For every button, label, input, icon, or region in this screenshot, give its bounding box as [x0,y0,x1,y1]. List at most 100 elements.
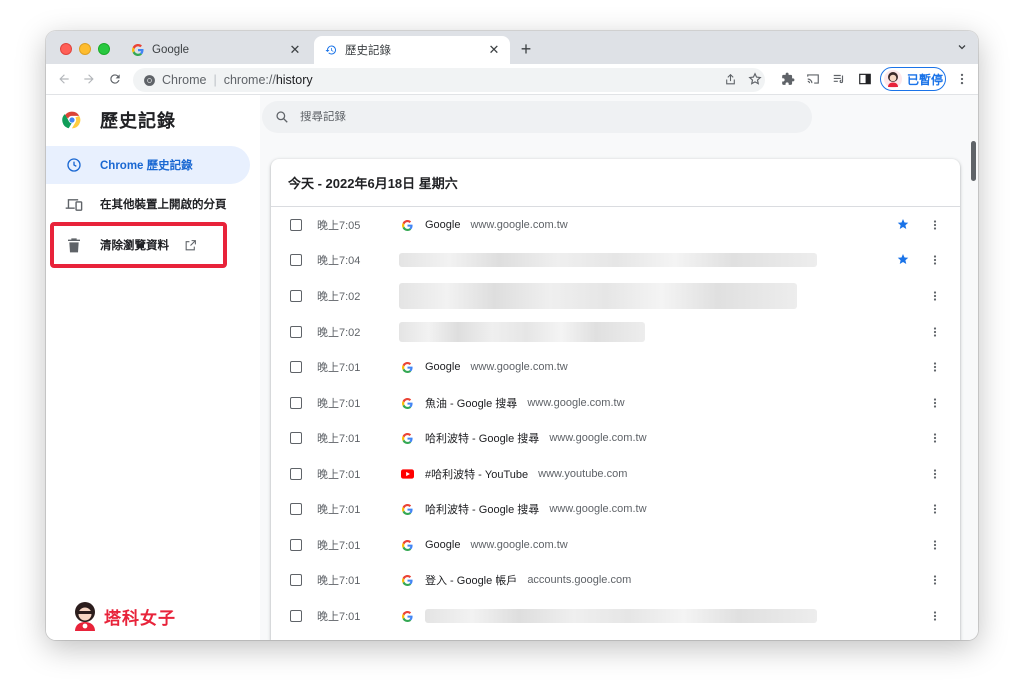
url-separator: | [213,73,217,87]
history-row[interactable]: 晚上7:01 登入 - Google 帳戶 accounts.google.co… [271,562,960,598]
sidebar-item-chrome-history[interactable]: Chrome 歷史記錄 [46,146,250,184]
history-card: 今天 - 2022年6月18日 星期六 晚上7:05 Google www.go… [271,159,960,640]
sidebar-item-other-devices[interactable]: 在其他裝置上開啟的分頁 [46,185,250,223]
more-vert-icon[interactable] [927,217,943,233]
history-row[interactable]: 晚上7:01 哈利波特 - Google 搜尋 www.google.com.t… [271,491,960,527]
row-title[interactable]: Google [425,219,460,231]
tab-history[interactable]: 歷史記錄 ✕ [314,36,510,64]
share-icon[interactable] [722,71,738,87]
more-vert-icon[interactable] [927,537,943,553]
history-row[interactable]: 晚上7:01 魚油 - Google 搜尋 www.google.com.tw [271,385,960,421]
minimize-window-button[interactable] [79,43,91,55]
star-icon[interactable] [897,253,911,267]
more-vert-icon[interactable] [927,501,943,517]
more-vert-icon[interactable] [927,288,943,304]
row-checkbox[interactable] [290,290,302,302]
search-input[interactable] [300,111,780,123]
row-title[interactable]: 哈利波特 - Google 搜尋 [425,501,539,517]
side-panel-icon[interactable] [857,71,873,87]
row-title[interactable]: 登入 - Google 帳戶 [425,572,517,588]
row-checkbox[interactable] [290,539,302,551]
reload-icon[interactable] [107,71,123,87]
row-checkbox[interactable] [290,432,302,444]
zoom-window-button[interactable] [98,43,110,55]
browser-window: Google ✕ 歷史記錄 ✕ + Chrome | chrome:// his… [46,31,978,640]
row-domain: www.google.com.tw [470,361,568,373]
row-time: 晚上7:01 [317,469,361,481]
avatar [884,70,902,88]
bookmark-star-icon[interactable] [747,71,763,87]
address-bar[interactable]: Chrome | chrome://history [133,68,765,92]
history-row[interactable]: 晚上7:04 [271,242,960,278]
row-domain: www.google.com.tw [549,503,647,515]
row-checkbox[interactable] [290,610,302,622]
toolbar: Chrome | chrome://history 已暫停 [46,64,978,95]
chrome-logo-icon [62,110,82,130]
history-row[interactable]: 晚上7:01 Google www.google.com.tw [271,349,960,385]
more-vert-icon[interactable] [927,466,943,482]
sidebar-item-label: 在其他裝置上開啟的分頁 [100,199,227,211]
history-icon [324,43,338,57]
row-domain: www.google.com.tw [470,219,568,231]
row-title[interactable]: Google [425,539,460,551]
close-icon[interactable]: ✕ [287,42,303,58]
row-checkbox[interactable] [290,468,302,480]
row-title[interactable]: 哈利波特 - Google 搜尋 [425,430,539,446]
tab-title: 歷史記錄 [345,45,391,57]
reading-list-icon[interactable] [831,71,847,87]
search-bar[interactable] [262,101,812,133]
history-row[interactable]: 晚上7:01 哈利波特 - Google 搜尋 www.google.com.t… [271,420,960,456]
url-host: chrome:// [223,73,276,87]
watermark-text: 塔科女子 [104,608,176,628]
more-vert-icon[interactable] [954,71,970,87]
row-time: 晚上7:04 [317,255,361,267]
history-row[interactable]: 晚上7:01 [271,598,960,634]
chevron-down-icon[interactable] [954,41,970,57]
row-title[interactable]: 魚油 - Google 搜尋 [425,395,517,411]
more-vert-icon[interactable] [927,252,943,268]
google-icon [399,395,415,411]
chrome-icon [142,73,156,87]
row-time: 晚上7:01 [317,398,361,410]
more-vert-icon[interactable] [927,359,943,375]
more-vert-icon[interactable] [927,395,943,411]
back-arrow-icon[interactable] [56,71,72,87]
row-checkbox[interactable] [290,574,302,586]
scrollbar[interactable] [971,141,976,181]
close-icon[interactable]: ✕ [486,42,502,58]
profile-paused-button[interactable]: 已暫停 [880,67,946,91]
row-title[interactable]: Google [425,361,460,373]
blurred-content [425,609,817,623]
row-checkbox[interactable] [290,254,302,266]
google-icon [399,217,415,233]
forward-arrow-icon[interactable] [81,71,97,87]
row-checkbox[interactable] [290,503,302,515]
row-checkbox[interactable] [290,361,302,373]
row-time: 晚上7:01 [317,575,361,587]
history-row[interactable]: 晚上7:01 #哈利波特 - YouTube www.youtube.com [271,456,960,492]
row-checkbox[interactable] [290,219,302,231]
history-row[interactable]: 晚上7:05 Google www.google.com.tw [271,207,960,243]
history-row[interactable]: 晚上7:02 [271,314,960,350]
close-window-button[interactable] [60,43,72,55]
row-title[interactable]: #哈利波特 - YouTube [425,466,528,482]
tab-title: Google [152,44,190,56]
clock-icon [65,156,83,174]
row-time: 晚上7:01 [317,362,361,374]
new-tab-icon[interactable]: + [518,40,534,58]
sidebar-item-label: Chrome 歷史記錄 [100,160,193,172]
star-icon[interactable] [897,218,911,232]
row-checkbox[interactable] [290,397,302,409]
row-checkbox[interactable] [290,326,302,338]
more-vert-icon[interactable] [927,608,943,624]
more-vert-icon[interactable] [927,572,943,588]
cast-icon[interactable] [805,71,821,87]
more-vert-icon[interactable] [927,430,943,446]
tab-google[interactable]: Google ✕ [121,36,311,64]
extensions-icon[interactable] [780,71,796,87]
more-vert-icon[interactable] [927,324,943,340]
page-title: 歷史記錄 [100,111,176,131]
history-row[interactable]: 晚上7:02 [271,278,960,314]
watermark-avatar-icon [72,601,98,631]
history-row[interactable]: 晚上7:01 Google www.google.com.tw [271,527,960,563]
